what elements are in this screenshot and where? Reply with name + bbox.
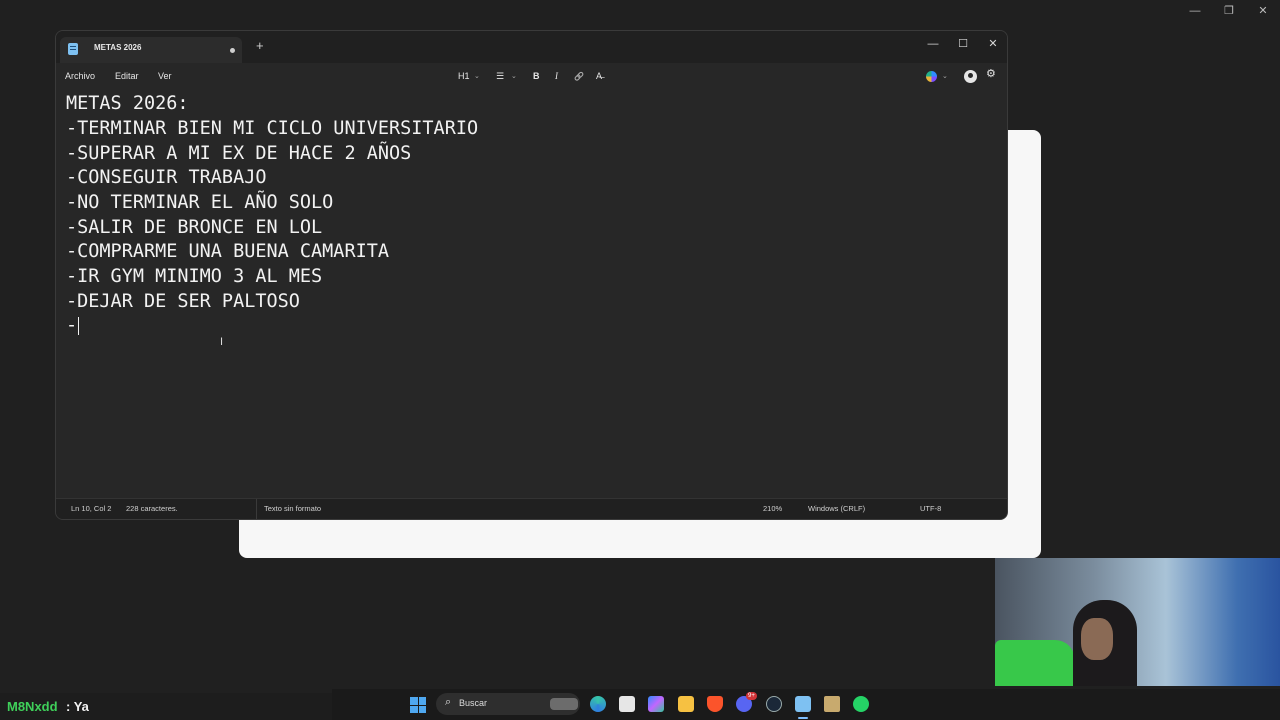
active-app-indicator bbox=[798, 717, 808, 719]
tab-title: METAS 2026 bbox=[94, 43, 142, 52]
document-line: -NO TERMINAR EL AÑO SOLO bbox=[66, 192, 334, 213]
chat-message: : Ya bbox=[66, 699, 89, 714]
account-avatar-icon[interactable] bbox=[964, 70, 977, 83]
notepad-icon[interactable] bbox=[795, 696, 811, 712]
cursor-position: Ln 10, Col 2 bbox=[71, 504, 112, 513]
close-icon[interactable]: ✕ bbox=[1246, 0, 1280, 22]
taskbar: ⌕ Buscar 9+ bbox=[332, 689, 1280, 720]
search-icon: ⌕ bbox=[445, 696, 452, 708]
edge-icon[interactable] bbox=[590, 696, 606, 712]
clear-formatting-icon[interactable]: A̶ bbox=[596, 71, 602, 82]
minimize-icon[interactable]: — bbox=[1178, 0, 1212, 22]
ibeam-cursor-icon: I bbox=[220, 336, 224, 348]
copilot-icon[interactable] bbox=[926, 71, 937, 82]
status-bar: Ln 10, Col 2 228 caracteres. Texto sin f… bbox=[56, 498, 1007, 519]
link-icon[interactable]: 🔗 bbox=[574, 71, 584, 82]
store-icon[interactable] bbox=[619, 696, 635, 712]
webcam-face bbox=[1081, 618, 1113, 660]
steam-icon[interactable] bbox=[766, 696, 782, 712]
zoom-level[interactable]: 210% bbox=[763, 504, 782, 513]
heading-dropdown[interactable]: H1 bbox=[458, 71, 470, 82]
notification-badge: 9+ bbox=[746, 692, 757, 700]
document-line: -SALIR DE BRONCE EN LOL bbox=[66, 217, 323, 238]
minimize-button[interactable]: — bbox=[918, 35, 948, 53]
webcam-pillow bbox=[995, 640, 1075, 686]
chevron-down-icon[interactable]: ⌄ bbox=[511, 71, 517, 82]
character-count: 228 caracteres. bbox=[126, 504, 178, 513]
chevron-down-icon[interactable]: ⌄ bbox=[942, 71, 948, 82]
windows-start-icon[interactable] bbox=[410, 697, 426, 713]
search-highlight-image bbox=[550, 698, 578, 710]
encoding[interactable]: UTF-8 bbox=[920, 504, 941, 513]
document-line: - bbox=[66, 315, 78, 336]
title-bar[interactable]: METAS 2026 + — ☐ ✕ bbox=[56, 31, 1007, 63]
divider bbox=[256, 499, 257, 519]
chat-overlay: M8Nxdd : Ya bbox=[0, 693, 332, 720]
file-explorer-icon[interactable] bbox=[678, 696, 694, 712]
brave-icon[interactable] bbox=[707, 696, 723, 712]
desktop-window-controls: — ❐ ✕ bbox=[1178, 0, 1280, 22]
document-line: -IR GYM MINIMO 3 AL MES bbox=[66, 266, 323, 287]
menu-bar: Archivo Editar Ver H1 ⌄ ☰ ⌄ B I 🔗 A̶ ⌄ ⚙ bbox=[56, 63, 1007, 91]
restore-icon[interactable]: ❐ bbox=[1212, 0, 1246, 22]
line-ending[interactable]: Windows (CRLF) bbox=[808, 504, 865, 513]
tab-metas-2026[interactable]: METAS 2026 bbox=[60, 37, 242, 63]
text-caret bbox=[78, 317, 79, 335]
chevron-down-icon[interactable]: ⌄ bbox=[474, 71, 480, 82]
taskbar-search[interactable]: ⌕ Buscar bbox=[436, 693, 580, 715]
document-line: -CONSEGUIR TRABAJO bbox=[66, 167, 267, 188]
italic-button[interactable]: I bbox=[555, 71, 558, 82]
document-line: -TERMINAR BIEN MI CICLO UNIVERSITARIO bbox=[66, 118, 479, 139]
close-button[interactable]: ✕ bbox=[978, 35, 1007, 53]
menu-archivo[interactable]: Archivo bbox=[65, 71, 95, 81]
list-icon[interactable]: ☰ bbox=[496, 71, 504, 82]
copilot-icon[interactable] bbox=[648, 696, 664, 712]
maximize-button[interactable]: ☐ bbox=[948, 35, 978, 53]
bold-button[interactable]: B bbox=[533, 71, 540, 82]
notepad-window: METAS 2026 + — ☐ ✕ Archivo Editar Ver H1… bbox=[55, 30, 1008, 520]
chat-username: M8Nxdd bbox=[7, 699, 58, 714]
document-line: METAS 2026: bbox=[66, 93, 189, 114]
document-line: -SUPERAR A MI EX DE HACE 2 AÑOS bbox=[66, 143, 412, 164]
format-mode[interactable]: Texto sin formato bbox=[264, 504, 321, 513]
text-editor[interactable]: METAS 2026: -TERMINAR BIEN MI CICLO UNIV… bbox=[56, 91, 1007, 499]
new-tab-button[interactable]: + bbox=[256, 39, 264, 53]
notepad-icon bbox=[68, 43, 78, 55]
webcam-feed bbox=[995, 558, 1280, 686]
document-line: -COMPRARME UNA BUENA CAMARITA bbox=[66, 241, 390, 262]
menu-ver[interactable]: Ver bbox=[158, 71, 172, 81]
document-line: -DEJAR DE SER PALTOSO bbox=[66, 291, 300, 312]
search-placeholder: Buscar bbox=[459, 698, 488, 708]
unsaved-dot-icon[interactable] bbox=[230, 48, 235, 53]
league-icon[interactable] bbox=[824, 696, 840, 712]
settings-icon[interactable]: ⚙ bbox=[986, 69, 996, 80]
whatsapp-icon[interactable] bbox=[853, 696, 869, 712]
menu-editar[interactable]: Editar bbox=[115, 71, 139, 81]
